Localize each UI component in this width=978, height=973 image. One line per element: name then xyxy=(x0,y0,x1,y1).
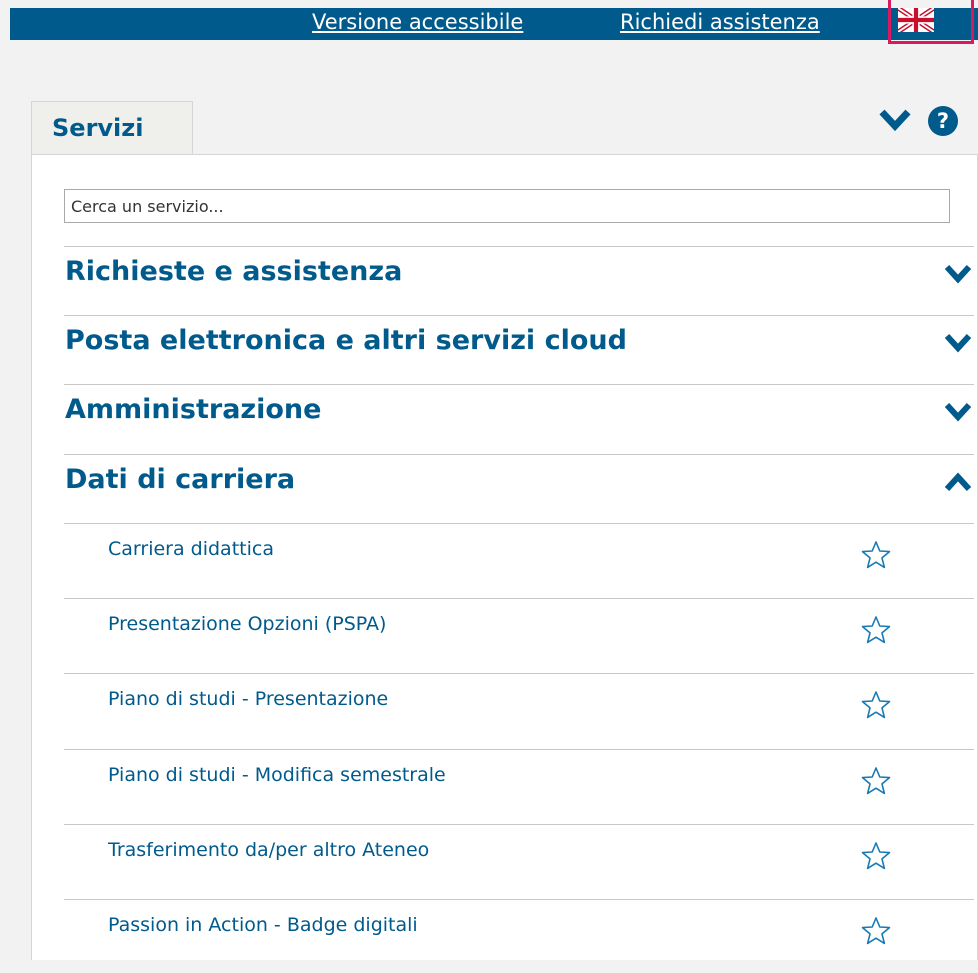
star-icon[interactable] xyxy=(860,765,892,797)
category-label: Amministrazione xyxy=(65,394,322,425)
service-item[interactable]: Trasferimento da/per altro Ateneo xyxy=(64,824,974,898)
chevron-down-icon xyxy=(944,264,972,284)
service-label: Piano di studi - Modifica semestrale xyxy=(108,764,446,786)
service-label: Piano di studi - Presentazione xyxy=(108,688,389,710)
category-label: Richieste e assistenza xyxy=(65,256,403,287)
services-panel: Richieste e assistenza Posta elettronica… xyxy=(31,154,978,960)
category-label: Posta elettronica e altri servizi cloud xyxy=(65,325,627,356)
service-label: Passion in Action - Badge digitali xyxy=(108,914,418,936)
request-assistance-link[interactable]: Richiedi assistenza xyxy=(620,10,820,34)
star-icon[interactable] xyxy=(860,840,892,872)
search-input[interactable] xyxy=(64,189,950,223)
star-icon[interactable] xyxy=(860,539,892,571)
category-amministrazione[interactable]: Amministrazione xyxy=(64,384,974,452)
service-item[interactable]: Piano di studi - Presentazione xyxy=(64,673,974,747)
service-item[interactable]: Presentazione Opzioni (PSPA) xyxy=(64,598,974,672)
service-label: Trasferimento da/per altro Ateneo xyxy=(108,839,430,861)
top-bar: Versione accessibile Richiedi assistenza xyxy=(10,8,978,40)
chevron-up-icon xyxy=(944,472,972,492)
service-item[interactable]: Piano di studi - Modifica semestrale xyxy=(64,749,974,823)
chevron-down-icon xyxy=(944,402,972,422)
service-label: Presentazione Opzioni (PSPA) xyxy=(108,613,387,635)
help-icon[interactable]: ? xyxy=(928,106,958,136)
service-label: Carriera didattica xyxy=(108,538,274,560)
accessible-version-link[interactable]: Versione accessibile xyxy=(312,10,523,34)
star-icon[interactable] xyxy=(860,614,892,646)
tab-servizi[interactable]: Servizi xyxy=(31,101,193,155)
service-item[interactable]: Carriera didattica xyxy=(64,523,974,597)
tab-label: Servizi xyxy=(52,114,144,142)
star-icon[interactable] xyxy=(860,915,892,947)
uk-flag-icon[interactable] xyxy=(898,8,934,32)
category-dati-di-carriera[interactable]: Dati di carriera xyxy=(64,454,974,522)
chevron-down-icon[interactable] xyxy=(878,107,912,133)
category-richieste-assistenza[interactable]: Richieste e assistenza xyxy=(64,246,974,314)
star-icon[interactable] xyxy=(860,689,892,721)
service-item[interactable]: Passion in Action - Badge digitali xyxy=(64,899,974,973)
category-label: Dati di carriera xyxy=(65,464,296,495)
category-posta-elettronica[interactable]: Posta elettronica e altri servizi cloud xyxy=(64,315,974,383)
chevron-down-icon xyxy=(944,333,972,353)
